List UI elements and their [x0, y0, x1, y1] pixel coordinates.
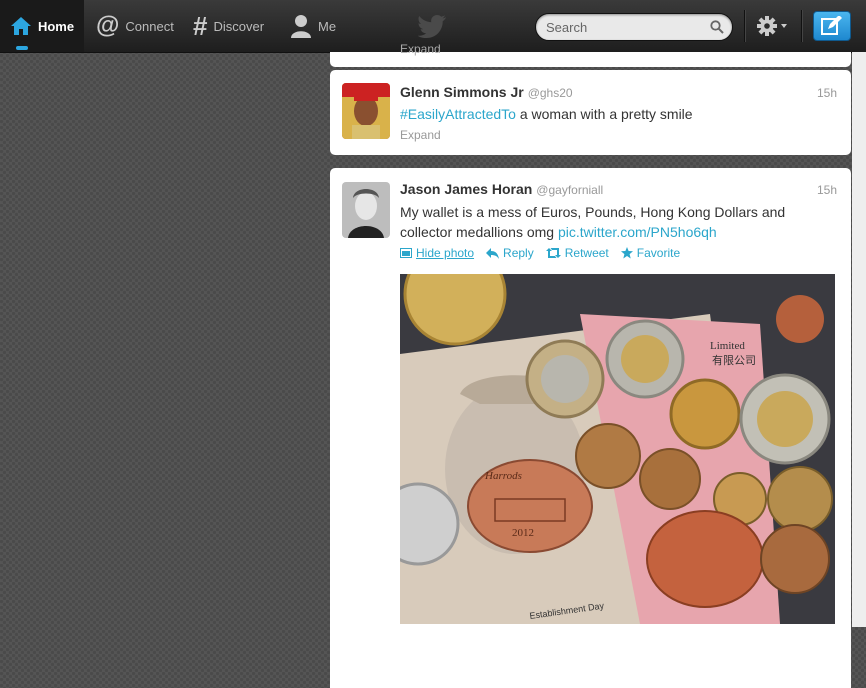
nav-home[interactable]: Home [0, 0, 84, 52]
at-icon: @ [96, 12, 120, 39]
tweet-text: My wallet is a mess of Euros, Pounds, Ho… [400, 202, 820, 242]
home-icon [10, 17, 31, 35]
tweet-actions: Hide photo Reply Retweet Favorite [400, 246, 680, 260]
note-text: 有限公司 [712, 353, 756, 367]
tweet-card[interactable]: Jason James Horan @gayforniall 15h My wal… [330, 168, 851, 688]
chevron-down-icon [781, 24, 787, 28]
photo-link[interactable]: pic.twitter.com/PN5ho6qh [558, 224, 717, 240]
star-icon [620, 247, 633, 259]
expand-link[interactable]: Expand [400, 128, 441, 142]
search-icon[interactable] [710, 20, 724, 34]
tweet-body: a woman with a pretty smile [515, 106, 693, 122]
tweet-timestamp[interactable]: 15h [817, 86, 837, 100]
medal-text: 2012 [512, 527, 534, 539]
hide-photo-label[interactable]: Hide photo [416, 246, 474, 260]
author-handle[interactable]: @ghs20 [528, 86, 573, 100]
nav-discover-label: Discover [213, 18, 265, 34]
tweet-timestamp[interactable]: 15h [817, 183, 837, 197]
retweet-label[interactable]: Retweet [565, 246, 609, 260]
retweet-button[interactable]: Retweet [545, 246, 609, 260]
search-box[interactable] [535, 13, 733, 41]
search-input[interactable] [546, 19, 706, 36]
tweet-text: #EasilyAttractedTo a woman with a pretty… [400, 104, 820, 124]
hashtag-link[interactable]: #EasilyAttractedTo [400, 106, 516, 122]
person-icon [291, 15, 311, 38]
hashtag-icon: # [193, 11, 208, 41]
favorite-button[interactable]: Favorite [620, 246, 680, 260]
nav-divider [744, 10, 746, 42]
scrollbar[interactable] [852, 52, 866, 627]
gear-icon[interactable] [756, 14, 792, 38]
expand-link[interactable]: Expand [400, 42, 441, 56]
nav-home-label: Home [37, 18, 75, 34]
compose-icon [821, 16, 842, 35]
avatar[interactable] [342, 83, 390, 139]
nav-me-label: Me [318, 18, 337, 34]
nav-connect-label: Connect [125, 18, 174, 34]
nav-connect[interactable]: @ Connect [96, 0, 174, 52]
nav-me[interactable]: Me [290, 0, 336, 52]
retweet-icon [545, 248, 561, 258]
tweet-author[interactable]: Jason James Horan @gayforniall [400, 181, 603, 197]
reply-label[interactable]: Reply [503, 246, 534, 260]
compose-tweet-button[interactable] [813, 11, 851, 41]
tweet-card[interactable]: Expand [330, 42, 851, 67]
tweet-author[interactable]: Glenn Simmons Jr @ghs20 [400, 84, 573, 100]
note-text: Limited [710, 340, 745, 352]
author-name[interactable]: Glenn Simmons Jr [400, 84, 524, 100]
photo-icon [400, 248, 412, 258]
medal-text: Harrods [484, 470, 522, 482]
hide-photo-button[interactable]: Hide photo [400, 246, 474, 260]
avatar[interactable] [342, 182, 390, 238]
favorite-label[interactable]: Favorite [637, 246, 680, 260]
author-name[interactable]: Jason James Horan [400, 181, 532, 197]
tweet-photo[interactable]: Limited 有限公司 Establishment Day Harrods 2… [400, 274, 835, 624]
reply-icon [486, 247, 500, 259]
tweet-card[interactable]: Glenn Simmons Jr @ghs20 15h #EasilyAttrac… [330, 70, 851, 155]
active-indicator [16, 46, 28, 50]
author-handle[interactable]: @gayforniall [536, 183, 603, 197]
nav-discover[interactable]: # Discover [193, 0, 264, 52]
twitter-bird-icon[interactable] [418, 14, 446, 38]
reply-button[interactable]: Reply [486, 246, 534, 260]
nav-divider [801, 10, 803, 42]
